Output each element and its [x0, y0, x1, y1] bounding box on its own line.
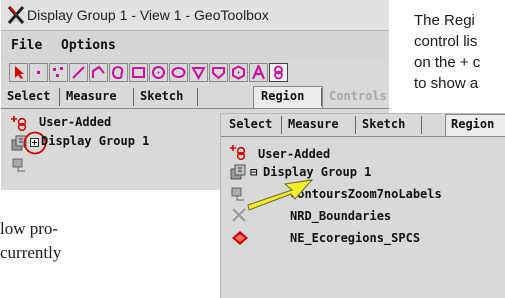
user-added-region-icon — [11, 116, 27, 131]
tool-hexagon[interactable] — [229, 63, 248, 82]
layer-ne-ecoregions[interactable]: NE_Ecoregions_SPCS — [290, 231, 420, 245]
freehand-icon — [112, 66, 124, 80]
zoom-layer-display-group-1[interactable]: Display Group 1 — [263, 165, 371, 179]
help-text-lower-1: low pro- — [0, 219, 59, 238]
tab-region[interactable]: Region — [261, 89, 304, 103]
tool-freehand[interactable] — [109, 63, 128, 82]
arrow-pointer-icon — [15, 66, 24, 79]
remove-x-icon[interactable] — [231, 207, 247, 223]
zoom-group-layers-icon — [230, 164, 246, 180]
layer-contours[interactable]: ContoursZoom7noLabels — [290, 187, 442, 201]
tab-sketch[interactable]: Sketch — [140, 89, 183, 103]
hexagon-icon — [232, 65, 245, 80]
zoom-tab-region[interactable]: Region — [451, 117, 494, 131]
tool-circle[interactable] — [149, 63, 168, 82]
help-text-lower-2: currently — [0, 243, 62, 262]
title-bar[interactable]: Display Group 1 - View 1 - GeoToolbox — [1, 0, 389, 31]
shield-shape-icon — [212, 67, 225, 80]
tool-palette — [9, 63, 389, 85]
line-icon — [72, 66, 85, 79]
tab-measure[interactable]: Measure — [66, 89, 117, 103]
zoom-tab-measure[interactable]: Measure — [288, 117, 339, 131]
window-title: Display Group 1 - View 1 - GeoToolbox — [27, 7, 269, 23]
menu-options[interactable]: Options — [61, 38, 116, 53]
expanded-region-panel: Select Measure Sketch Region User-Added … — [220, 113, 505, 298]
region-icon — [274, 65, 283, 80]
point-icon — [37, 71, 40, 74]
help-text-line-2: control lis — [414, 33, 478, 50]
tool-region-shape[interactable] — [209, 63, 228, 82]
zoom-layer-stack-icon — [231, 187, 244, 201]
layer-user-added[interactable]: User-Added — [39, 115, 111, 129]
tool-line[interactable] — [69, 63, 88, 82]
help-text-line-4: to show a — [414, 75, 479, 92]
tool-multipoint[interactable] — [49, 63, 68, 82]
layer-nrd-boundaries[interactable]: NRD_Boundaries — [290, 209, 391, 223]
tab-bar: Select Measure Sketch Region Controls — [1, 86, 389, 108]
layer-stack-icon — [12, 158, 25, 172]
zoom-tab-select[interactable]: Select — [229, 117, 272, 131]
tool-text[interactable] — [249, 63, 268, 82]
tool-point[interactable] — [29, 63, 48, 82]
circle-icon — [152, 66, 165, 79]
text-a-icon — [251, 65, 266, 80]
polygon-icon — [191, 67, 206, 80]
collapse-group-toggle[interactable]: ⊟ — [250, 165, 257, 179]
zoom-tab-sketch[interactable]: Sketch — [362, 117, 405, 131]
menu-file[interactable]: File — [11, 38, 42, 53]
layer-display-group-1[interactable]: Display Group 1 — [41, 134, 149, 148]
rectangle-icon — [132, 67, 145, 78]
tab-controls[interactable]: Controls — [329, 89, 387, 103]
tool-rectangle[interactable] — [129, 63, 148, 82]
menu-bar: File Options — [1, 31, 389, 61]
polyline-icon — [92, 65, 105, 78]
zoom-tab-bar: Select Measure Sketch Region — [221, 114, 505, 136]
zoom-user-added-region-icon — [230, 145, 246, 161]
tool-ellipse[interactable] — [169, 63, 188, 82]
tab-select[interactable]: Select — [7, 89, 50, 103]
tool-select-arrow[interactable] — [9, 63, 28, 82]
help-text-line-3: on the + c — [414, 54, 481, 71]
tool-polyline[interactable] — [89, 63, 108, 82]
tool-polygon[interactable] — [189, 63, 208, 82]
help-text-line-1: The Regi — [414, 12, 475, 29]
red-diamond-icon[interactable] — [231, 230, 249, 246]
x-window-icon — [7, 6, 25, 24]
multipoint-icon — [53, 67, 63, 77]
zoom-layer-user-added[interactable]: User-Added — [258, 147, 330, 161]
tool-region[interactable] — [269, 63, 288, 82]
ellipse-icon — [171, 67, 186, 78]
